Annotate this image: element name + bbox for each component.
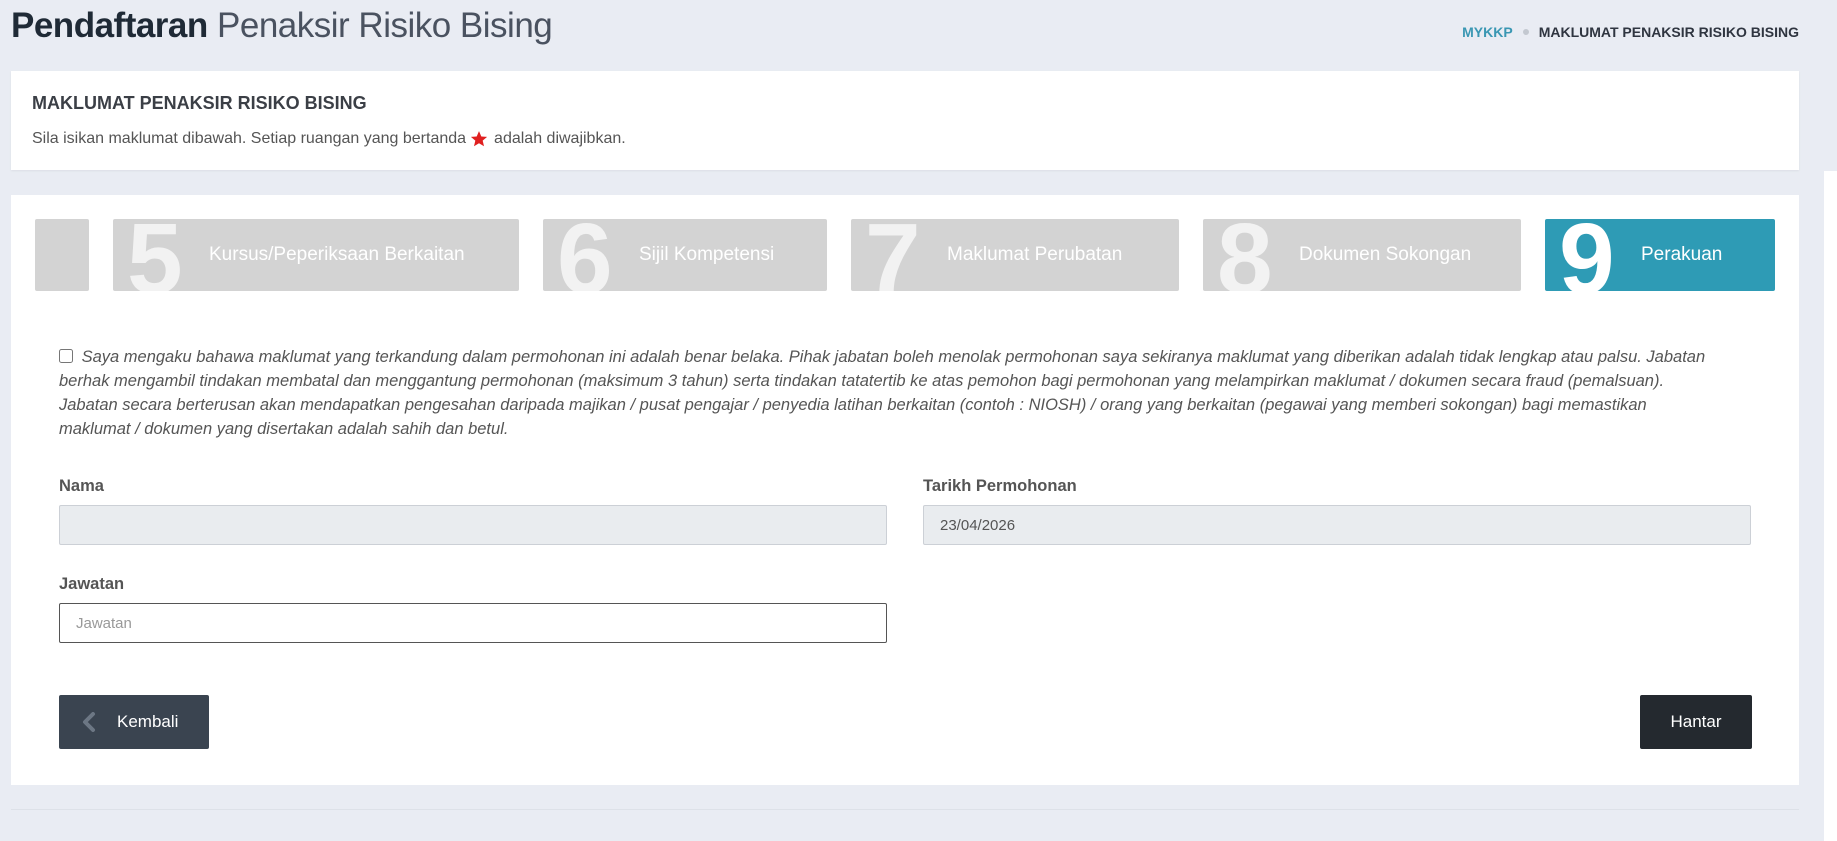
wizard-step-4[interactable] — [35, 219, 89, 291]
tarikh-permohonan-field[interactable] — [923, 505, 1751, 545]
page-title: Pendaftaran Penaksir Risiko Bising — [11, 6, 553, 46]
submit-button[interactable]: Hantar — [1640, 695, 1752, 749]
step-label: Perakuan — [1641, 244, 1723, 265]
back-button[interactable]: Kembali — [59, 695, 209, 749]
step-number: 9 — [1559, 219, 1615, 291]
step-number: 6 — [557, 219, 613, 291]
back-button-label: Kembali — [117, 712, 179, 731]
wizard-step-8[interactable]: 8 Dokumen Sokongan — [1203, 219, 1521, 291]
declaration-checkbox[interactable] — [59, 349, 73, 363]
step-label: Dokumen Sokongan — [1299, 244, 1472, 265]
step-label: Sijil Kompetensi — [639, 244, 775, 265]
submit-button-label: Hantar — [1670, 712, 1722, 731]
chevron-left-icon — [83, 712, 95, 732]
breadcrumb-home-link[interactable]: MYKKP — [1462, 24, 1513, 40]
step-number: 7 — [865, 219, 921, 291]
page-title-light: Penaksir Risiko Bising — [217, 6, 553, 45]
step-number: 5 — [127, 219, 183, 291]
breadcrumb-current: MAKLUMAT PENAKSIR RISIKO BISING — [1538, 24, 1799, 40]
step-label: Kursus/Peperiksaan Berkaitan — [209, 244, 465, 265]
step-label: Maklumat Perubatan — [947, 244, 1123, 265]
nama-field[interactable] — [59, 505, 887, 545]
wizard-steps: 5 Kursus/Peperiksaan Berkaitan 6 Sijil K… — [35, 219, 1775, 291]
nama-label: Nama — [59, 477, 104, 495]
main-panel: 5 Kursus/Peperiksaan Berkaitan 6 Sijil K… — [11, 195, 1799, 785]
instruction-text-before: Sila isikan maklumat dibawah. Setiap rua… — [32, 130, 467, 147]
page-title-bold: Pendaftaran — [11, 6, 208, 45]
instruction-text-after: adalah diwajibkan. — [494, 130, 626, 147]
breadcrumb-separator — [1522, 29, 1529, 35]
jawatan-label: Jawatan — [59, 575, 125, 593]
page: Pendaftaran Penaksir Risiko Bising MYKKP… — [0, 0, 1837, 841]
breadcrumb: MYKKP MAKLUMAT PENAKSIR RISIKO BISING — [1462, 24, 1799, 40]
declaration: Saya mengaku bahawa maklumat yang terkan… — [59, 345, 1719, 441]
info-panel: MAKLUMAT PENAKSIR RISIKO BISING Sila isi… — [11, 71, 1799, 170]
scrollbar-track[interactable] — [1824, 171, 1837, 841]
jawatan-input[interactable] — [59, 603, 887, 643]
wizard-step-9-active[interactable]: 9 Perakuan — [1545, 219, 1775, 291]
wizard-step-6[interactable]: 6 Sijil Kompetensi — [543, 219, 827, 291]
step-number: 8 — [1217, 219, 1273, 291]
wizard-step-5[interactable]: 5 Kursus/Peperiksaan Berkaitan — [113, 219, 519, 291]
footer-divider — [11, 809, 1799, 810]
declaration-text: Saya mengaku bahawa maklumat yang terkan… — [59, 348, 1706, 438]
info-instruction: Sila isikan maklumat dibawah. Setiap rua… — [32, 130, 1778, 148]
required-star-icon — [470, 131, 488, 147]
info-heading: MAKLUMAT PENAKSIR RISIKO BISING — [32, 93, 367, 113]
wizard-step-7[interactable]: 7 Maklumat Perubatan — [851, 219, 1179, 291]
tarikh-label: Tarikh Permohonan — [923, 477, 1077, 495]
